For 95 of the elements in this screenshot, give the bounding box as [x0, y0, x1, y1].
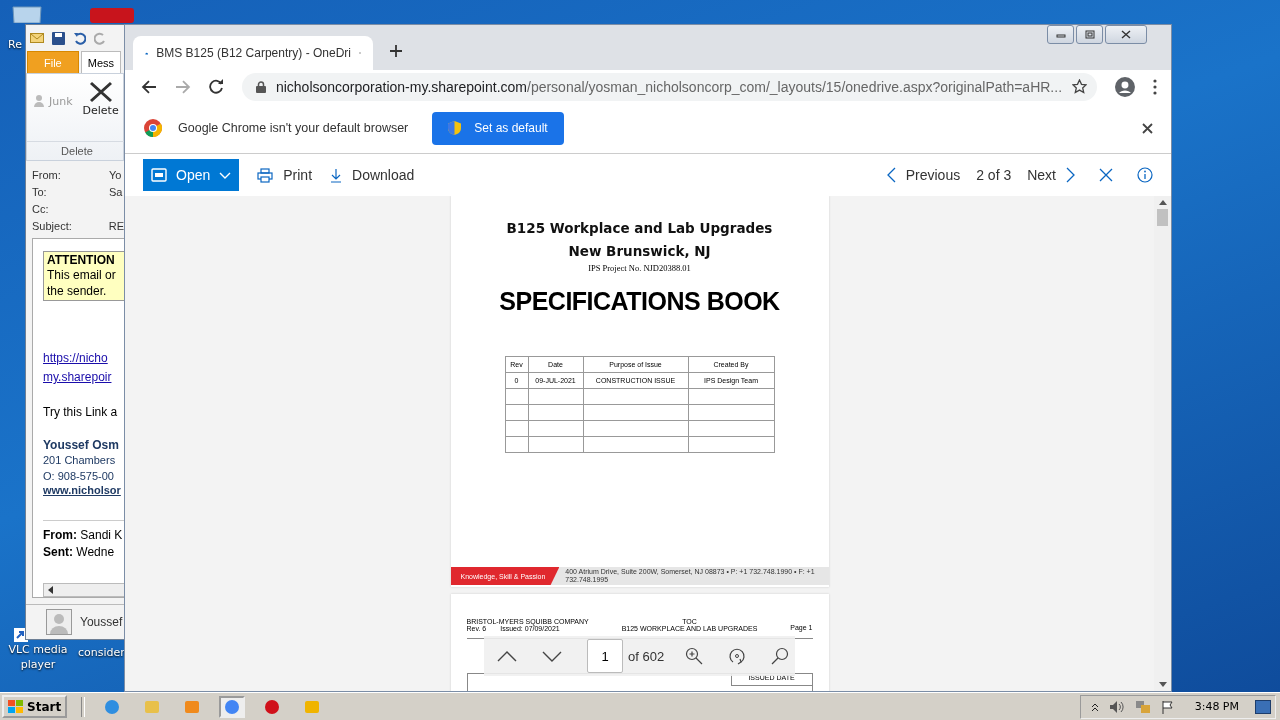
clock-text[interactable]: 3:48 PM [1194, 700, 1239, 713]
link[interactable]: my.sharepoir [43, 368, 112, 387]
shield-icon [448, 121, 462, 135]
scroll-up-icon[interactable] [1158, 200, 1167, 205]
taskbar-app-button[interactable] [219, 695, 246, 718]
url-text: nicholsoncorporation-my.sharepoint.com/personal/yosman_nicholsoncorp_com/_layouts/15/onedrive.aspx?originalPath=aHR... [275, 78, 1063, 95]
lock-icon [255, 80, 266, 93]
menu-icon[interactable] [1153, 78, 1157, 95]
warning-text: the sender. [47, 283, 108, 299]
horizontal-scrollbar[interactable] [43, 583, 124, 597]
browser-icon [104, 698, 121, 715]
close-button[interactable] [1105, 25, 1147, 44]
minimize-button[interactable] [1047, 25, 1074, 44]
chevron-right-icon [1066, 167, 1075, 183]
search-icon[interactable] [771, 647, 790, 665]
browser-icon [264, 698, 281, 715]
document-title: B125 Workplace and Lab Upgrades [506, 220, 773, 236]
info-icon[interactable] [1137, 167, 1153, 183]
delete-button[interactable]: Delete [82, 80, 119, 141]
browser-icon [224, 698, 241, 715]
file-position: 2 of 3 [976, 167, 1012, 183]
quoted-header: From: Sandi K [43, 527, 124, 544]
contact-avatar-icon [46, 609, 72, 635]
delete-icon [87, 80, 114, 104]
page-number-field[interactable]: 1 [587, 639, 623, 673]
back-icon[interactable] [141, 79, 157, 94]
profile-icon[interactable] [1115, 76, 1135, 97]
save-icon[interactable] [52, 31, 65, 45]
scroll-left-icon[interactable] [48, 586, 53, 594]
print-button[interactable]: Print [257, 167, 313, 183]
chevron-down-icon [219, 171, 232, 179]
document-subtitle: New Brunswick, NJ [568, 243, 711, 259]
folder-icon [144, 698, 161, 715]
restore-button[interactable] [1076, 25, 1103, 44]
header-label: To: [32, 186, 48, 198]
scroll-down-icon[interactable] [1158, 682, 1167, 687]
warning-text: This email or [47, 267, 117, 283]
header-label: Subject: [32, 220, 73, 232]
document-heading: SPECIFICATIONS BOOK [499, 287, 780, 316]
browser-tab[interactable]: BMS B125 (B12 Carpentry) - OneDri [133, 36, 373, 70]
chrome-logo-icon [144, 119, 162, 137]
quoted-header: Sent: Wedne [43, 544, 116, 561]
address-bar[interactable]: nicholsoncorporation-my.sharepoint.com/personal/yosman_nicholsoncorp_com/_layouts/15/onedrive.aspx?originalPath=aHR... [241, 72, 1098, 101]
media-player-icon [184, 698, 201, 715]
message-text: Try this Link a [43, 405, 119, 419]
chevron-down-icon[interactable] [542, 650, 562, 662]
flag-icon[interactable] [1160, 699, 1175, 714]
infobar-message: Google Chrome isn't your default browser [178, 121, 409, 135]
start-button[interactable]: Start [2, 695, 68, 718]
windows-logo-icon [8, 699, 24, 714]
pdf-icon [151, 168, 167, 182]
undo-icon[interactable] [73, 31, 86, 45]
chevron-left-icon [886, 167, 896, 183]
speaker-icon[interactable] [1108, 699, 1125, 714]
website-link[interactable]: www.nicholsor [43, 484, 121, 496]
signature-phone: O: 908-575-00 [43, 469, 115, 484]
scrollbar-thumb[interactable] [1157, 209, 1168, 226]
download-icon [330, 167, 343, 183]
open-button[interactable]: Open [143, 159, 240, 191]
reload-icon[interactable] [208, 79, 224, 94]
page-count: of 602 [628, 648, 665, 664]
link[interactable]: https://nicho [43, 349, 108, 368]
warning-title: ATTENTION [47, 253, 116, 267]
person-icon [33, 94, 47, 108]
contact-name: Youssef [80, 615, 123, 629]
header-label: Cc: [32, 203, 50, 215]
new-tab-icon[interactable] [389, 44, 403, 58]
minimize-icon [1055, 31, 1066, 38]
printer-icon [257, 167, 274, 183]
zoom-in-icon[interactable] [685, 647, 704, 665]
show-desktop-icon[interactable] [1255, 699, 1271, 714]
rotate-icon[interactable] [728, 647, 747, 665]
header-label: From: [32, 169, 62, 181]
previous-button[interactable]: Previous [886, 167, 961, 183]
restore-icon [1083, 29, 1096, 40]
desktop-icon-label[interactable]: VLC media player [8, 642, 68, 672]
desktop-icon-label[interactable]: consider [78, 645, 125, 660]
ribbon-tab[interactable]: Mess [80, 51, 121, 73]
recycle-bin-icon[interactable] [9, 5, 45, 23]
mail-app-icon [304, 698, 321, 715]
desktop-icon-label[interactable]: Re [8, 37, 22, 52]
star-icon[interactable] [1072, 79, 1088, 94]
envelope-icon[interactable] [30, 32, 44, 44]
chevron-up-icon[interactable] [497, 650, 517, 662]
signature-name: Youssef Osm [43, 438, 120, 452]
next-button[interactable]: Next [1027, 167, 1075, 183]
header-value: RE [108, 220, 124, 232]
set-default-button[interactable]: Set as default [432, 111, 564, 145]
project-number: IPS Project No. NJD20388.01 [588, 263, 691, 273]
header-value: Yo [109, 169, 122, 181]
header-value: Sa [109, 186, 123, 198]
chevron-up-icon[interactable] [1090, 701, 1099, 712]
tab-title: BMS B125 (B12 Carpentry) - OneDri [156, 46, 351, 60]
signature-address: 201 Chambers [43, 453, 117, 468]
download-button[interactable]: Download [330, 167, 415, 183]
